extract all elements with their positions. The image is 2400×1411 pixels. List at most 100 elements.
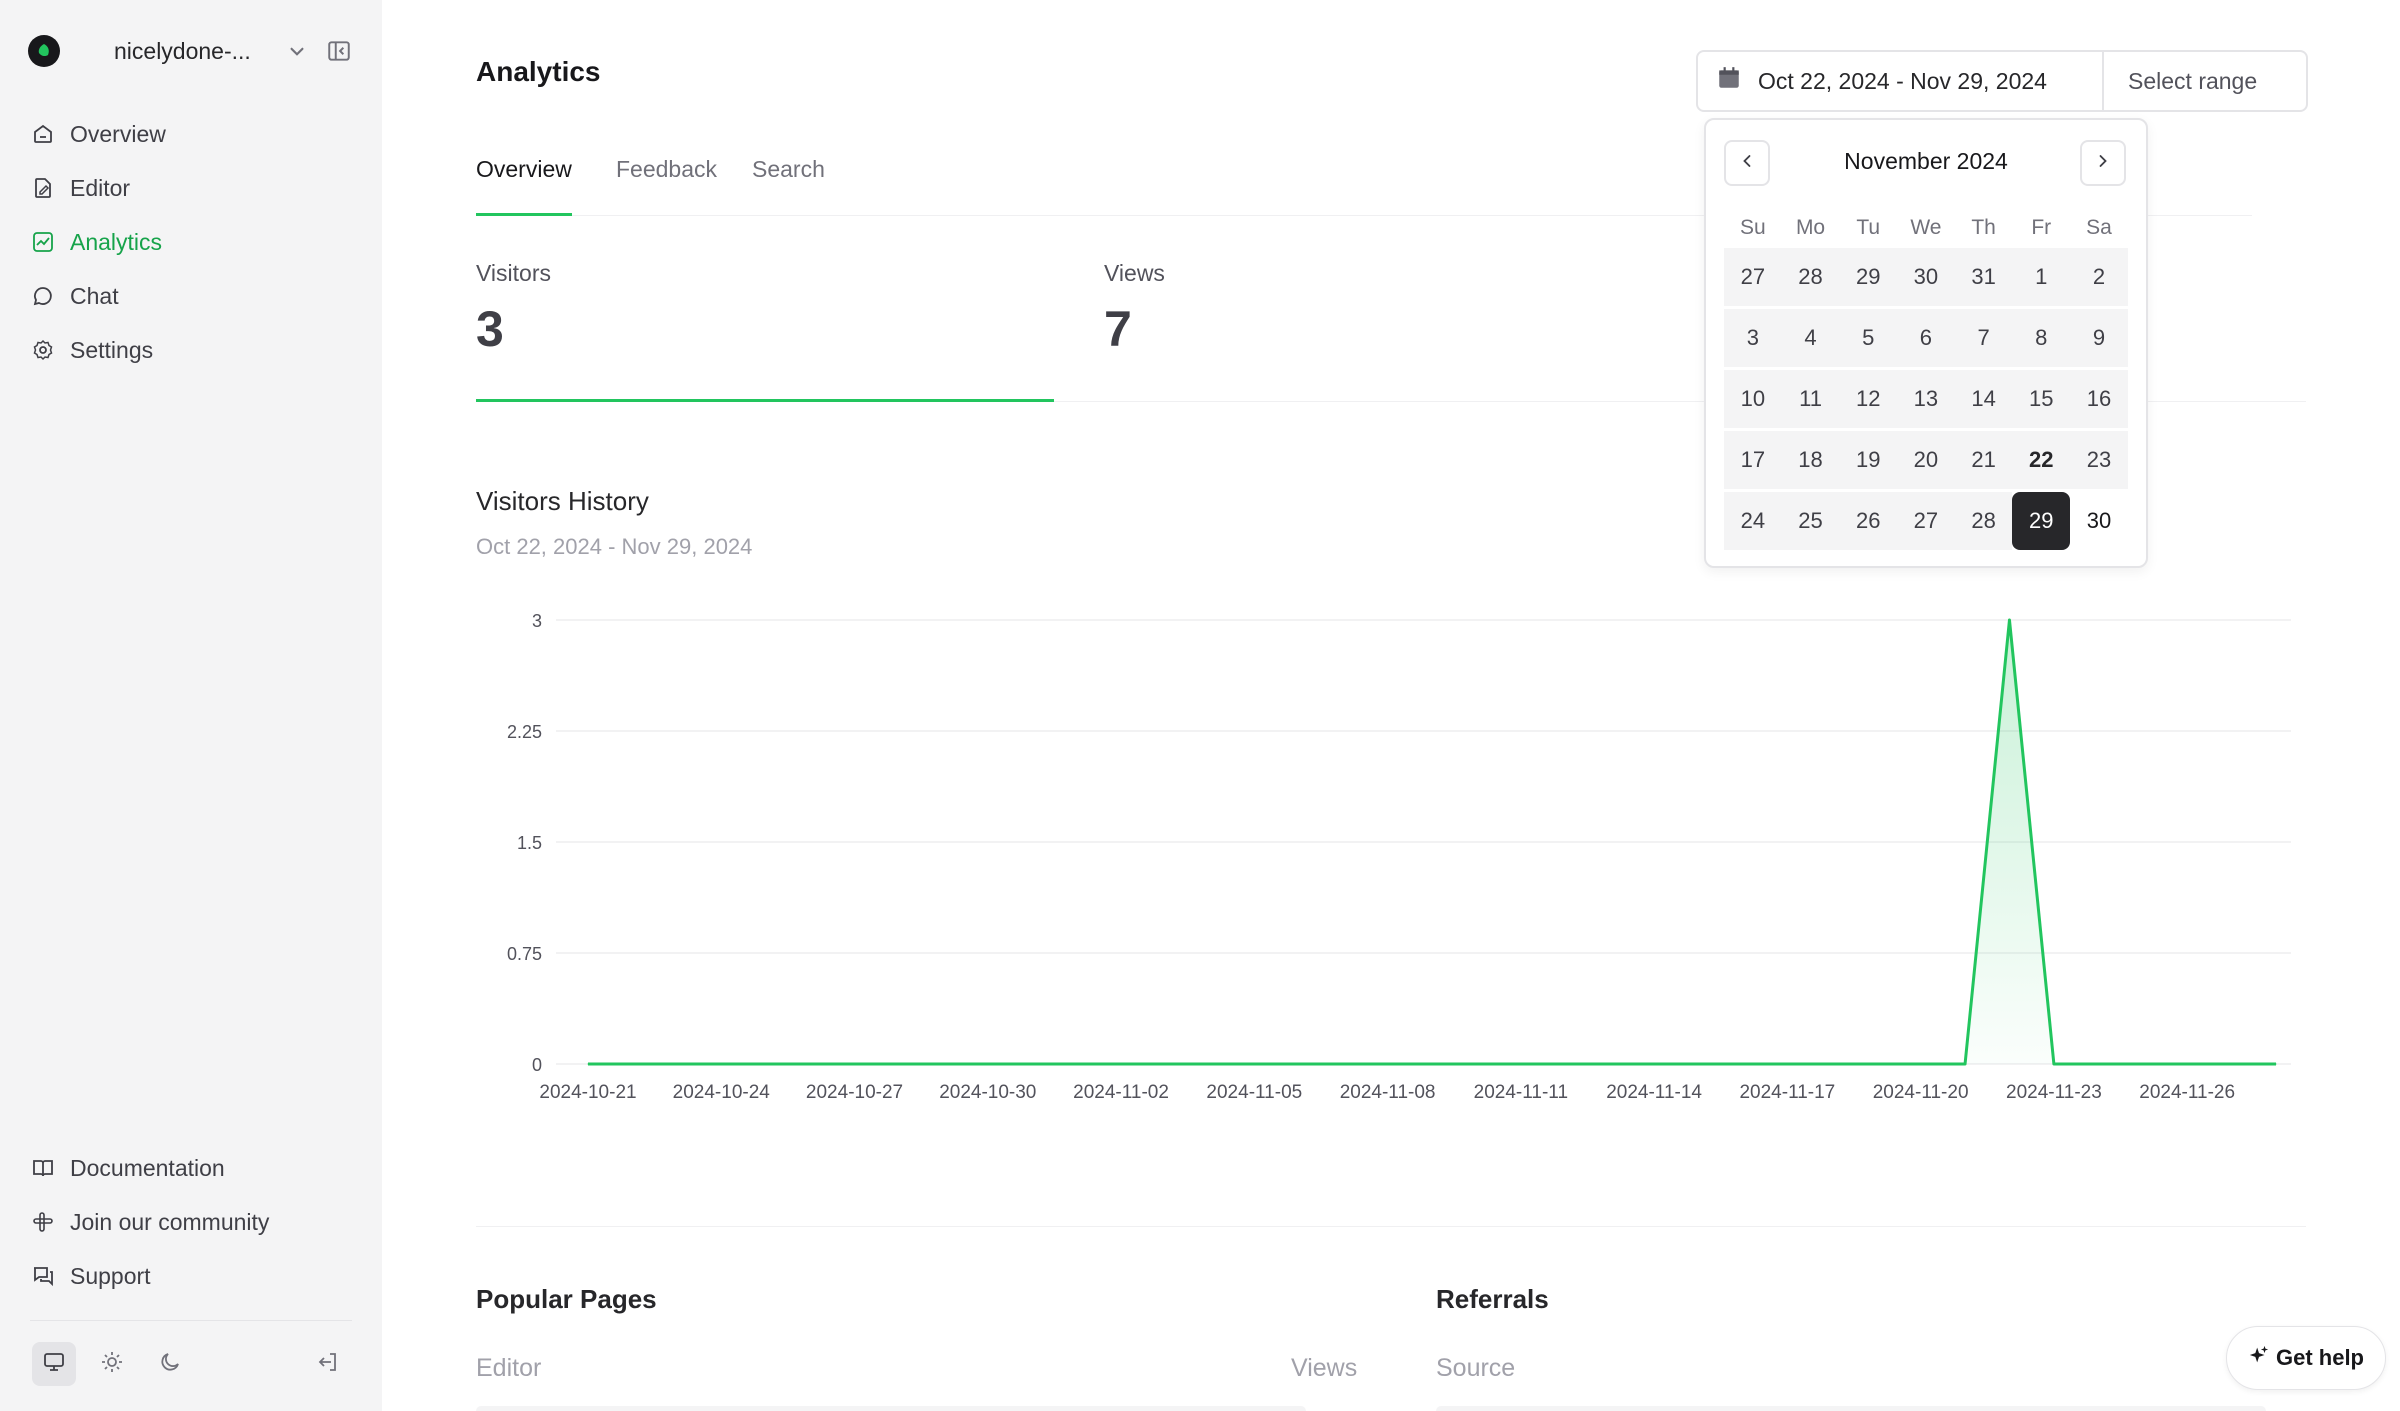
chart-icon <box>30 229 56 255</box>
sidebar-item-documentation[interactable]: Documentation <box>30 1148 225 1188</box>
stat-label: Visitors <box>476 260 551 286</box>
sidebar-item-support[interactable]: Support <box>30 1256 151 1296</box>
sidebar-item-label: Settings <box>70 336 154 363</box>
calendar-day[interactable]: 9 <box>2070 309 2128 367</box>
calendar-day[interactable]: 28 <box>1954 492 2013 550</box>
calendar-day[interactable]: 25 <box>1781 492 1840 550</box>
tab-feedback[interactable]: Feedback <box>616 156 717 216</box>
calendar-day[interactable]: 11 <box>1781 370 1840 428</box>
chart-data-point <box>720 1063 722 1065</box>
calendar-week-row: 10 11 12 13 14 15 16 <box>1724 370 2128 430</box>
calendar-day[interactable]: 31 <box>1954 248 2013 306</box>
visitors-history-chart: 0 0.75 1.5 2.25 3 2024-10-21 2024-10-24 2024-10… <box>507 611 2291 1103</box>
calendar-day[interactable]: 19 <box>1839 431 1898 489</box>
x-tick-label: 2024-11-11 <box>1474 1082 1568 1103</box>
sun-icon <box>100 1350 124 1379</box>
chart-data-point <box>1786 1063 1788 1065</box>
calendar-day[interactable]: 26 <box>1839 492 1898 550</box>
sidebar-item-settings[interactable]: Settings <box>30 330 153 370</box>
referrals-col-source: Source <box>1436 1354 1516 1382</box>
stat-views[interactable]: Views 7 <box>1104 216 1664 402</box>
chevron-down-icon[interactable] <box>284 38 310 64</box>
calendar-day[interactable]: 30 <box>2070 492 2128 550</box>
tab-overview[interactable]: Overview <box>476 156 572 216</box>
calendar-day[interactable]: 2 <box>2070 248 2128 306</box>
monitor-icon <box>42 1350 66 1379</box>
chart-data-point <box>676 1063 678 1065</box>
sidebar-item-chat[interactable]: Chat <box>30 276 119 316</box>
sidebar-collapse-icon[interactable] <box>326 38 352 64</box>
calendar-day[interactable]: 21 <box>1954 431 2013 489</box>
calendar-day[interactable]: 3 <box>1724 309 1782 367</box>
calendar-next-button[interactable] <box>2080 140 2126 186</box>
calendar-day[interactable]: 5 <box>1839 309 1898 367</box>
calendar-day[interactable]: 24 <box>1724 492 1782 550</box>
x-tick-label: 2024-11-20 <box>1873 1082 1969 1103</box>
calendar-day[interactable]: 23 <box>2070 431 2128 489</box>
y-tick-label: 0.75 <box>507 944 542 964</box>
theme-light-button[interactable] <box>90 1342 134 1386</box>
calendar-day[interactable]: 18 <box>1781 431 1840 489</box>
workspace-switcher[interactable]: nicelydone-... <box>28 34 358 68</box>
calendar-popover: November 2024 Su Mo Tu We Th Fr Sa 27 28 2… <box>1704 118 2148 568</box>
chart-data-point <box>1209 1063 1211 1065</box>
popular-pages-col-views: Views <box>1291 1354 1358 1382</box>
calendar-day[interactable]: 16 <box>2070 370 2128 428</box>
calendar-day[interactable]: 20 <box>1897 431 1955 489</box>
calendar-day[interactable]: 1 <box>2012 248 2071 306</box>
y-tick-label: 1.5 <box>517 833 542 853</box>
calendar-day[interactable]: 30 <box>1897 248 1955 306</box>
calendar-day[interactable]: 12 <box>1839 370 1898 428</box>
calendar-day[interactable]: 29 <box>2012 492 2071 550</box>
theme-dark-button[interactable] <box>148 1342 192 1386</box>
calendar-day[interactable]: 28 <box>1781 248 1840 306</box>
slack-icon <box>30 1209 56 1235</box>
chart-data-point <box>1520 1063 1522 1065</box>
calendar-day[interactable]: 29 <box>1839 248 1898 306</box>
tab-search[interactable]: Search <box>752 156 825 216</box>
popular-pages-row-placeholder <box>476 1406 1306 1411</box>
sidebar-item-community[interactable]: Join our community <box>30 1202 269 1242</box>
calendar-day[interactable]: 27 <box>1897 492 1955 550</box>
theme-system-button[interactable] <box>32 1342 76 1386</box>
sidebar-item-label: Analytics <box>70 228 163 255</box>
calendar-day[interactable]: 15 <box>2012 370 2071 428</box>
select-range-dropdown[interactable]: Select range <box>2104 52 2306 110</box>
calendar-day[interactable]: 27 <box>1724 248 1782 306</box>
logout-button[interactable] <box>306 1342 350 1386</box>
visitors-history-range: Oct 22, 2024 - Nov 29, 2024 <box>476 534 753 559</box>
calendar-day[interactable]: 4 <box>1781 309 1840 367</box>
sidebar-item-overview[interactable]: Overview <box>30 114 166 154</box>
get-help-button[interactable]: Get help <box>2226 1326 2386 1390</box>
calendar-day[interactable]: 6 <box>1897 309 1955 367</box>
stat-value: 7 <box>1104 301 1132 357</box>
calendar-day[interactable]: 7 <box>1954 309 2013 367</box>
chart-data-point <box>1475 1063 1477 1065</box>
stat-visitors[interactable]: Visitors 3 <box>476 216 1054 402</box>
weekday-label: Th <box>1971 216 1996 239</box>
x-tick-label: 2024-11-23 <box>2006 1082 2102 1103</box>
chart-data-point <box>942 1063 944 1065</box>
x-tick-label: 2024-10-24 <box>673 1082 771 1103</box>
chart-data-point <box>2186 1063 2188 1065</box>
date-range-button[interactable]: Oct 22, 2024 - Nov 29, 2024 <box>1698 52 2104 110</box>
calendar-day[interactable]: 13 <box>1897 370 1955 428</box>
x-tick-label: 2024-11-26 <box>2139 1082 2235 1103</box>
calendar-week-row: 27 28 29 30 31 1 2 <box>1724 248 2128 308</box>
sidebar-item-analytics[interactable]: Analytics <box>30 222 162 262</box>
calendar-day[interactable]: 10 <box>1724 370 1782 428</box>
get-help-label: Get help <box>2275 1345 2364 1370</box>
chart-data-point <box>1875 1063 1877 1065</box>
calendar-day[interactable]: 17 <box>1724 431 1782 489</box>
chart-data-point <box>1742 1063 1744 1065</box>
sidebar-item-editor[interactable]: Editor <box>30 168 130 208</box>
calendar-day[interactable]: 14 <box>1954 370 2013 428</box>
sidebar-item-label: Join our community <box>70 1208 270 1235</box>
chart-data-point <box>854 1063 856 1065</box>
visitors-history-title: Visitors History <box>476 486 649 516</box>
sidebar-item-label: Overview <box>70 120 166 147</box>
calendar-day[interactable]: 8 <box>2012 309 2071 367</box>
chart-data-point <box>2097 1063 2099 1065</box>
weekday-label: Mo <box>1795 216 1826 239</box>
calendar-day[interactable]: 22 <box>2012 431 2071 489</box>
